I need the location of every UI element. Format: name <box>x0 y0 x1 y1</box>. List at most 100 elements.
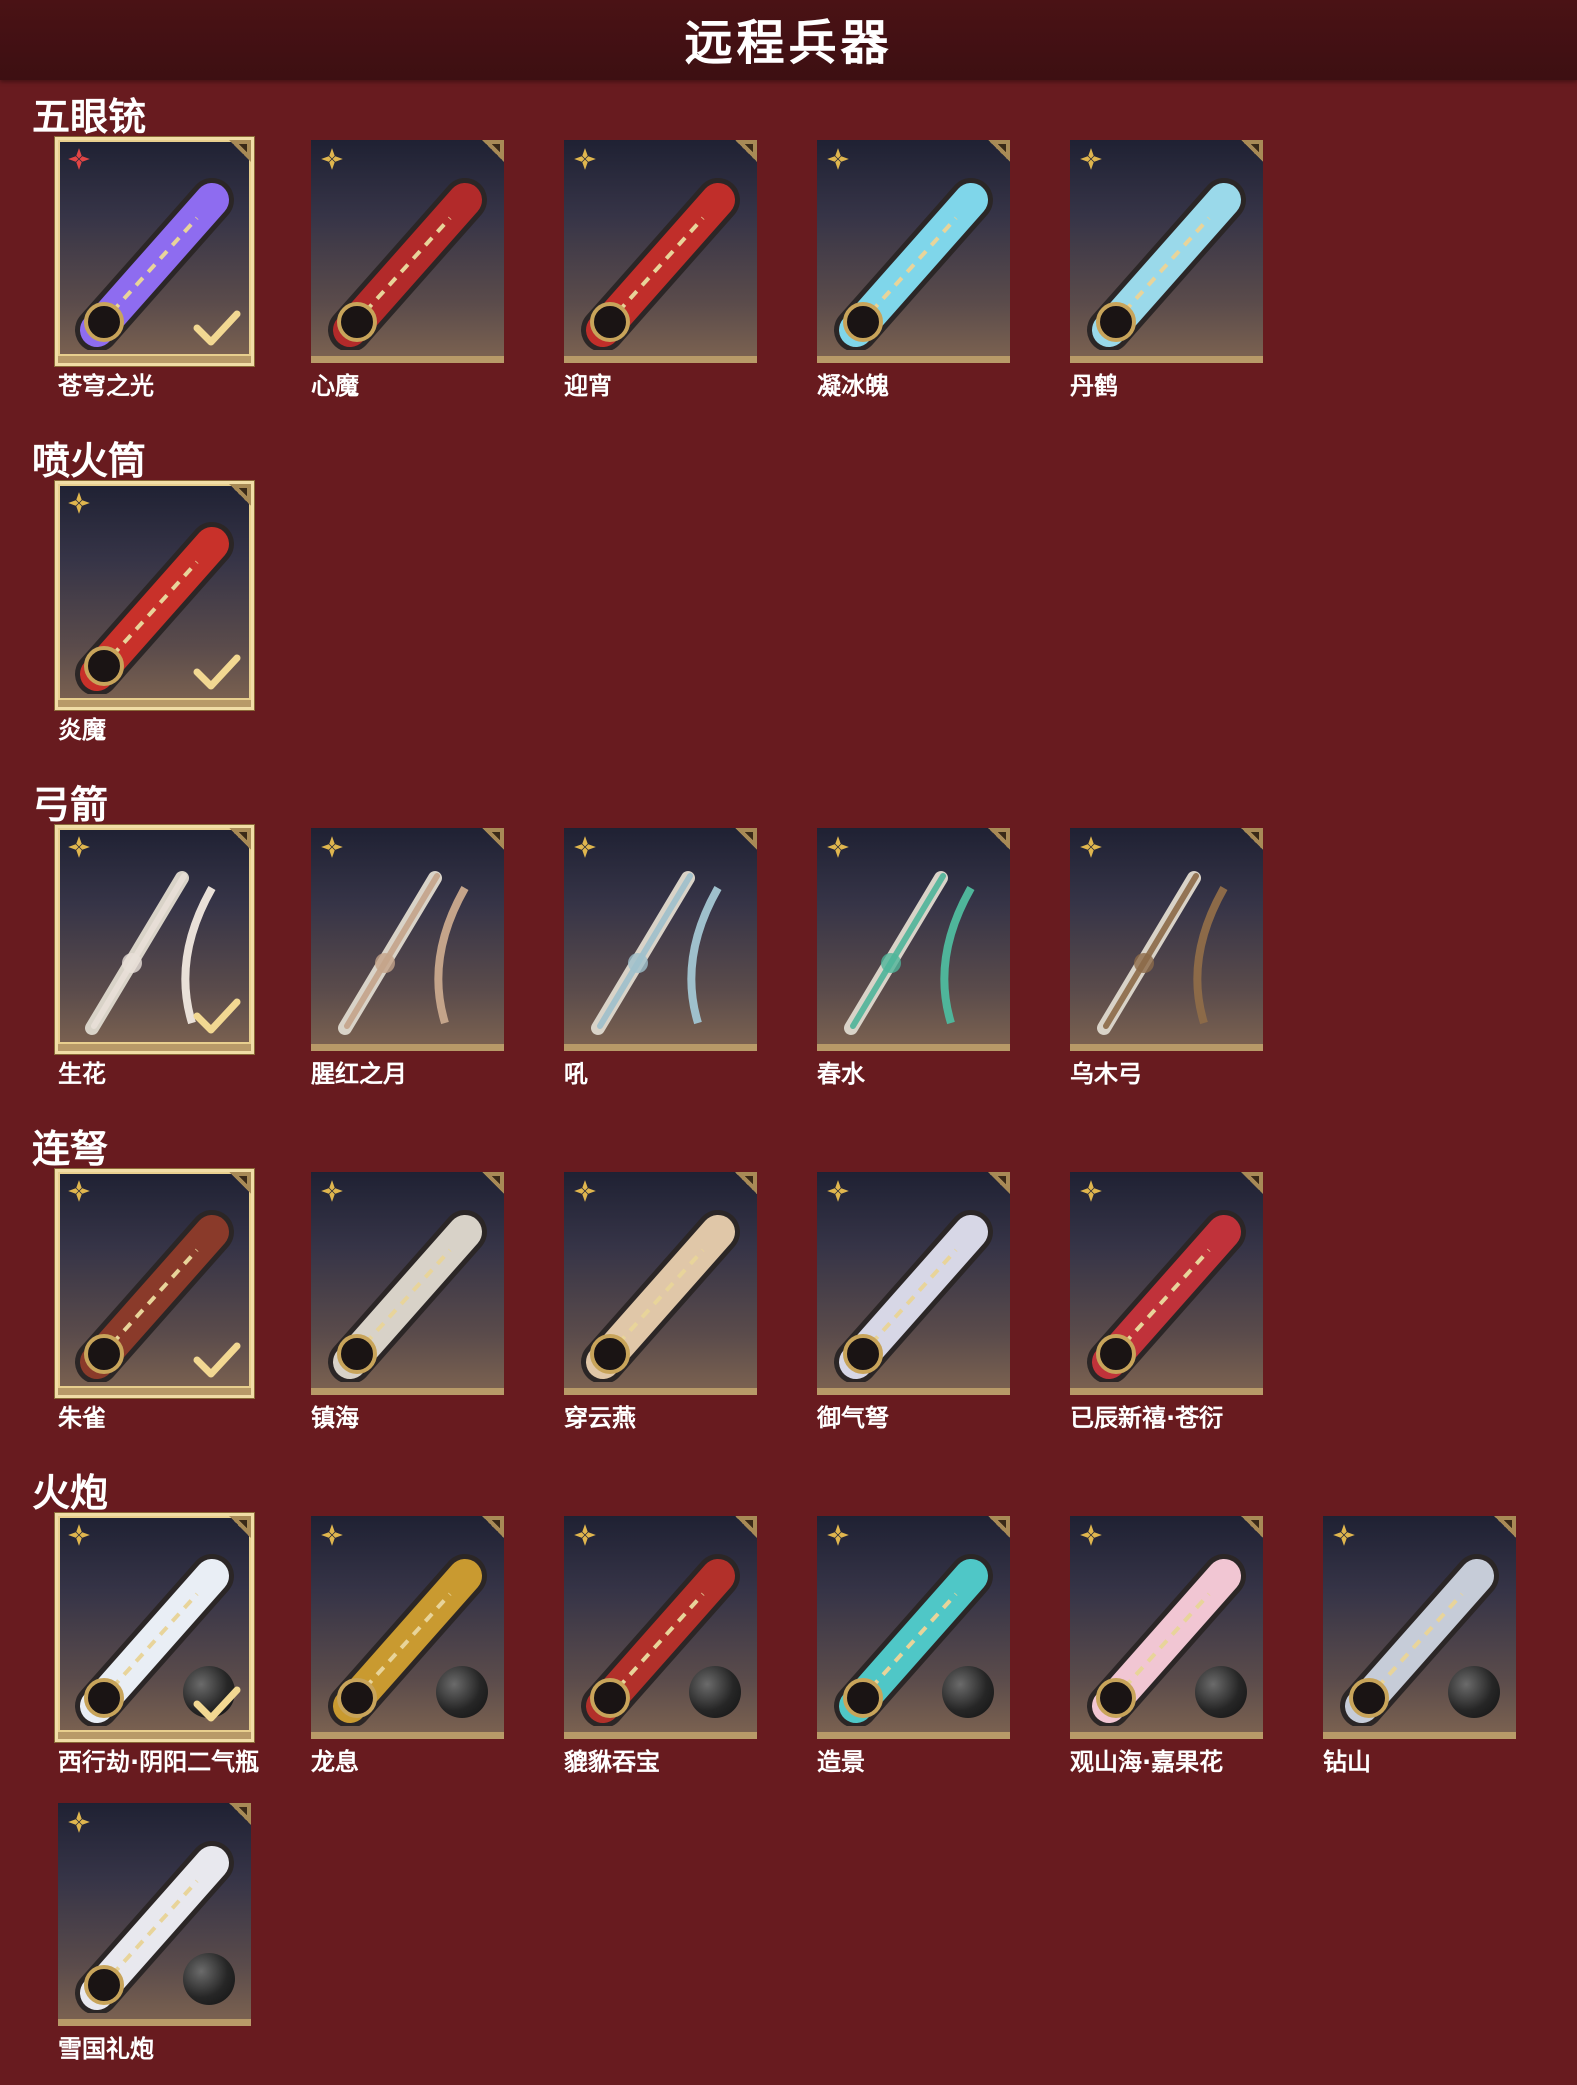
weapon-name: 雪国礼炮 <box>58 2035 154 2063</box>
weapon-thumbnail[interactable] <box>55 481 254 710</box>
weapon-name: 貔貅吞宝 <box>564 1748 660 1776</box>
weapon-card[interactable]: 雪国礼炮 <box>58 1803 251 2063</box>
gold-flower-icon <box>825 1178 851 1204</box>
weapon-name: 御气弩 <box>817 1404 889 1432</box>
weapon-name: 造景 <box>817 1748 865 1776</box>
weapon-card[interactable]: 丹鹤 <box>1070 140 1263 400</box>
weapon-thumbnail[interactable] <box>1070 1516 1263 1739</box>
weapon-name: 钻山 <box>1323 1748 1371 1776</box>
checkmark-icon <box>193 652 241 692</box>
weapon-thumbnail[interactable] <box>564 140 757 363</box>
section-title: 喷火筒 <box>32 439 147 483</box>
weapon-card[interactable]: 迎宵 <box>564 140 757 400</box>
weapon-image <box>831 1202 996 1384</box>
corner-tab-icon <box>988 1172 1010 1194</box>
corner-tab-icon <box>988 1516 1010 1538</box>
weapon-card[interactable]: 观山海·嘉果花 <box>1070 1516 1263 1776</box>
weapon-image <box>1084 170 1249 352</box>
corner-tab-icon <box>482 1516 504 1538</box>
weapon-thumbnail[interactable] <box>55 137 254 366</box>
weapon-card[interactable]: 西行劫·阴阳二气瓶 <box>55 1513 259 1776</box>
weapon-thumbnail[interactable] <box>55 825 254 1054</box>
weapon-card[interactable]: 心魔 <box>311 140 504 400</box>
weapon-card[interactable]: 造景 <box>817 1516 1010 1776</box>
weapon-card[interactable]: 镇海 <box>311 1172 504 1432</box>
corner-tab-icon <box>482 828 504 850</box>
weapon-thumbnail[interactable] <box>58 1803 251 2026</box>
weapon-card[interactable]: 乌木弓 <box>1070 828 1263 1088</box>
corner-tab-icon <box>482 140 504 162</box>
cannonball-icon <box>436 1666 488 1718</box>
weapon-thumbnail[interactable] <box>1070 828 1263 1051</box>
weapon-card[interactable]: 貔貅吞宝 <box>564 1516 757 1776</box>
weapon-name: 丹鹤 <box>1070 372 1118 400</box>
gold-flower-icon <box>572 1178 598 1204</box>
gold-flower-icon <box>66 490 92 516</box>
cannonball-icon <box>1195 1666 1247 1718</box>
cannonball-icon <box>689 1666 741 1718</box>
weapon-image <box>578 1202 743 1384</box>
gold-flower-icon <box>319 1178 345 1204</box>
weapon-name: 乌木弓 <box>1070 1060 1142 1088</box>
weapon-thumbnail[interactable] <box>817 1516 1010 1739</box>
weapon-card[interactable]: 龙息 <box>311 1516 504 1776</box>
weapon-card[interactable]: 吼 <box>564 828 757 1088</box>
weapon-thumbnail[interactable] <box>817 1172 1010 1395</box>
corner-tab-icon <box>1494 1516 1516 1538</box>
weapon-thumbnail[interactable] <box>1070 1172 1263 1395</box>
weapon-name: 苍穹之光 <box>58 372 154 400</box>
section-title: 五眼铳 <box>32 95 147 139</box>
weapon-thumbnail[interactable] <box>311 1172 504 1395</box>
weapon-thumbnail[interactable] <box>311 828 504 1051</box>
gold-flower-icon <box>66 834 92 860</box>
gold-flower-icon <box>319 1522 345 1548</box>
weapon-card[interactable]: 朱雀 <box>55 1169 254 1432</box>
checkmark-icon <box>193 996 241 1036</box>
weapon-thumbnail[interactable] <box>564 1516 757 1739</box>
weapon-thumbnail[interactable] <box>1323 1516 1516 1739</box>
weapon-name: 腥红之月 <box>311 1060 407 1088</box>
gold-flower-icon <box>1078 146 1104 172</box>
gold-flower-icon <box>66 1809 92 1835</box>
weapon-name: 朱雀 <box>58 1404 106 1432</box>
weapon-name: 观山海·嘉果花 <box>1070 1748 1224 1776</box>
gold-flower-icon <box>319 834 345 860</box>
weapon-name: 生花 <box>58 1060 106 1088</box>
corner-tab-icon <box>735 1172 757 1194</box>
weapon-thumbnail[interactable] <box>55 1169 254 1398</box>
weapon-card[interactable]: 穿云燕 <box>564 1172 757 1432</box>
weapon-thumbnail[interactable] <box>564 828 757 1051</box>
cannonball-icon <box>942 1666 994 1718</box>
gold-flower-icon <box>1078 1178 1104 1204</box>
weapon-card[interactable]: 苍穹之光 <box>55 137 254 400</box>
weapon-card[interactable]: 炎魔 <box>55 481 254 744</box>
corner-tab-icon <box>229 1803 251 1825</box>
weapon-image <box>1084 1202 1249 1384</box>
weapon-name: 穿云燕 <box>564 1404 636 1432</box>
weapon-card[interactable]: 凝冰魄 <box>817 140 1010 400</box>
corner-tab-icon <box>229 828 251 850</box>
checkmark-icon <box>193 1340 241 1380</box>
weapon-card[interactable]: 腥红之月 <box>311 828 504 1088</box>
weapon-card[interactable]: 御气弩 <box>817 1172 1010 1432</box>
corner-tab-icon <box>988 828 1010 850</box>
weapon-card[interactable]: 已辰新禧·苍衍 <box>1070 1172 1263 1432</box>
weapon-thumbnail[interactable] <box>817 828 1010 1051</box>
cannonball-icon <box>183 1953 235 2005</box>
weapon-name: 春水 <box>817 1060 865 1088</box>
weapon-image <box>325 858 490 1038</box>
weapon-thumbnail[interactable] <box>311 1516 504 1739</box>
weapon-thumbnail[interactable] <box>311 140 504 363</box>
weapon-name: 吼 <box>564 1060 588 1088</box>
weapon-thumbnail[interactable] <box>1070 140 1263 363</box>
corner-tab-icon <box>988 140 1010 162</box>
gold-flower-icon <box>1331 1522 1357 1548</box>
gold-flower-icon <box>1078 1522 1104 1548</box>
weapon-card[interactable]: 春水 <box>817 828 1010 1088</box>
weapon-thumbnail[interactable] <box>817 140 1010 363</box>
weapon-card[interactable]: 钻山 <box>1323 1516 1516 1776</box>
weapon-thumbnail[interactable] <box>55 1513 254 1742</box>
weapon-card[interactable]: 生花 <box>55 825 254 1088</box>
weapon-thumbnail[interactable] <box>564 1172 757 1395</box>
checkmark-icon <box>193 308 241 348</box>
